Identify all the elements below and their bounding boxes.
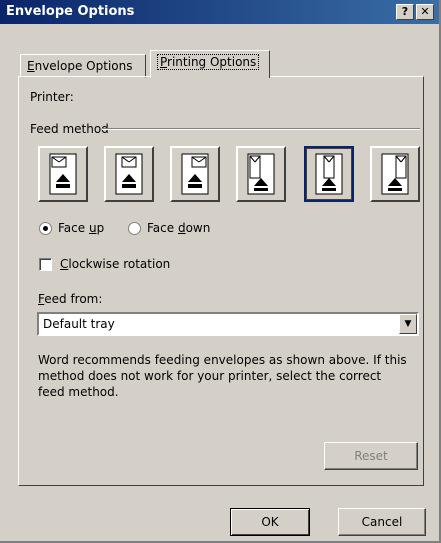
feed-method-vertical-center[interactable]	[304, 146, 354, 202]
feed-note: Word recommends feeding envelopes as sho…	[38, 353, 407, 399]
feed-method-label: Feed method	[30, 122, 109, 136]
feed-from-text: eed from:	[44, 292, 103, 306]
close-icon[interactable]: ✕	[416, 4, 434, 20]
tab-printing-label: rinting Options	[167, 55, 257, 69]
face-up-radio[interactable]	[39, 222, 52, 235]
face-up-text-end: p	[96, 221, 105, 235]
tab-envelope-accel: E	[27, 59, 35, 73]
feed-method-vertical-right[interactable]	[370, 146, 420, 202]
feed-method-horizontal-left[interactable]	[38, 146, 88, 202]
envelope-horizontal-icon	[181, 153, 209, 195]
feed-from-label: Feed from:	[38, 292, 102, 306]
clockwise-rotation-label[interactable]: Clockwise rotation	[60, 257, 170, 271]
feed-method-vertical-left[interactable]	[236, 146, 286, 202]
tab-envelope-label: nvelope Options	[34, 59, 133, 73]
face-down-text-end: own	[185, 221, 211, 235]
face-down-radio[interactable]	[128, 222, 141, 235]
clockwise-text: lockwise rotation	[68, 257, 171, 271]
feed-method-horizontal-center[interactable]	[104, 146, 154, 202]
envelope-vertical-icon	[315, 153, 343, 195]
feed-from-select[interactable]: Default tray ▼	[37, 312, 419, 336]
reset-button[interactable]: Reset	[324, 442, 418, 470]
envelope-vertical-icon	[381, 153, 409, 195]
feed-method-horizontal-right[interactable]	[170, 146, 220, 202]
face-down-label[interactable]: Face down	[147, 221, 210, 235]
clockwise-rotation-checkbox[interactable]	[39, 258, 52, 271]
face-up-text: Face	[58, 221, 89, 235]
tab-printing-options[interactable]: Printing Options	[150, 50, 270, 78]
envelope-options-dialog: Envelope Options ? ✕ Envelope Options Pr…	[0, 0, 441, 543]
tab-panel	[18, 76, 424, 486]
face-up-accel: u	[88, 221, 97, 235]
help-icon[interactable]: ?	[396, 4, 414, 20]
tab-envelope-options[interactable]: Envelope Options	[20, 54, 146, 78]
envelope-horizontal-icon	[115, 153, 143, 195]
face-down-text: Face	[147, 221, 178, 235]
title-bar[interactable]: Envelope Options ? ✕	[0, 0, 439, 24]
feed-from-value: Default tray	[43, 317, 115, 331]
envelope-horizontal-icon	[49, 153, 77, 195]
tab-printing-accel: P	[160, 55, 168, 69]
face-up-label[interactable]: Face up	[58, 221, 104, 235]
face-down-accel: d	[177, 221, 186, 235]
envelope-vertical-icon	[247, 153, 275, 195]
ok-button[interactable]: OK	[230, 508, 310, 536]
cancel-button[interactable]: Cancel	[338, 508, 426, 536]
printer-label: Printer:	[30, 90, 74, 104]
chevron-down-icon[interactable]: ▼	[399, 314, 417, 334]
window-title: Envelope Options	[6, 4, 135, 19]
feed-method-divider	[102, 128, 420, 130]
